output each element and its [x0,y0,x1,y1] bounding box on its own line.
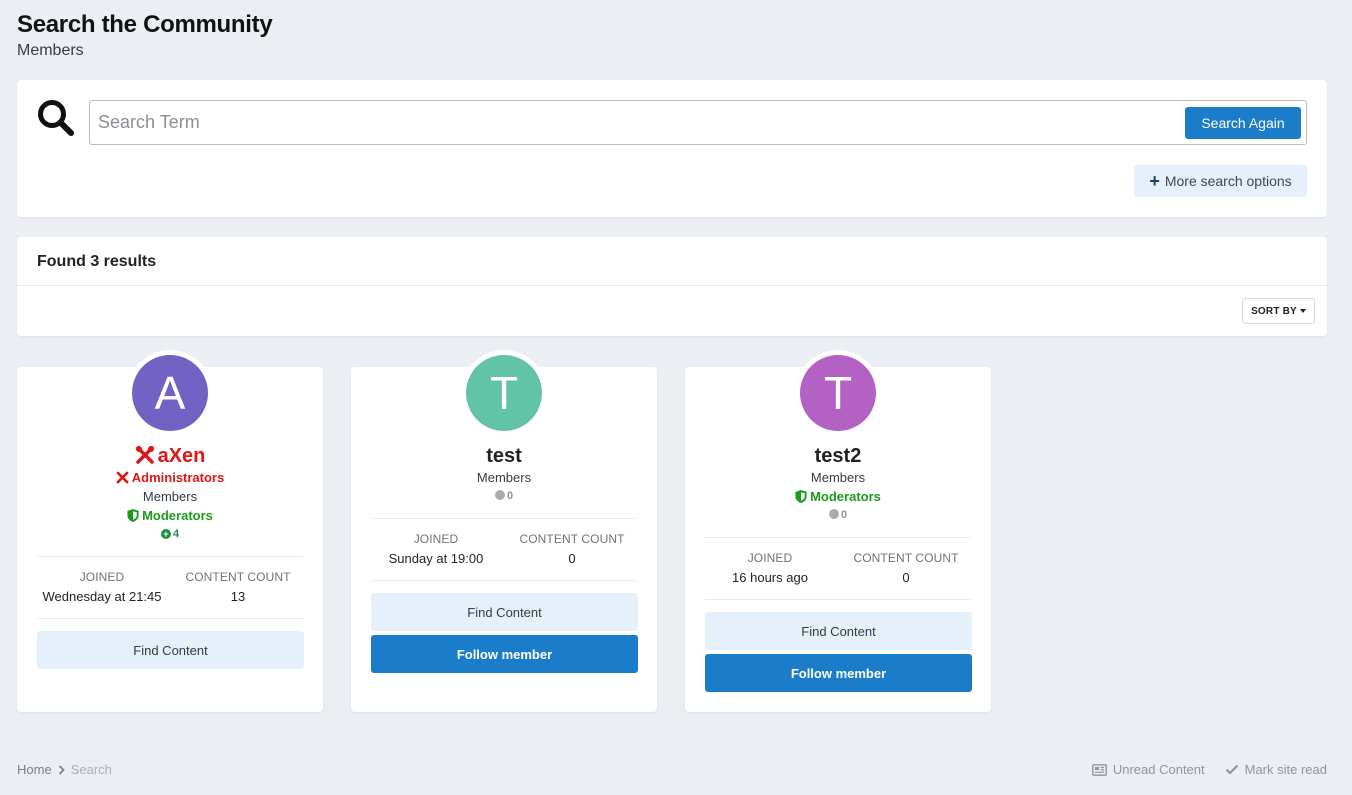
reputation-badge: +4 [17,528,323,540]
member-card-test: T test Members 0 JOINED Sunday at 19:00 … [351,350,657,712]
breadcrumb-home[interactable]: Home [17,762,52,777]
group-members: Members [476,470,532,485]
member-name-link[interactable]: test [351,445,657,468]
avatar-ring: A [127,350,213,436]
content-count-label: CONTENT COUNT [185,570,291,584]
results-count-title: Found 3 results [37,253,157,270]
avatar[interactable]: T [800,355,876,431]
card-divider [37,618,303,619]
page-title: Search the Community [17,11,273,38]
footer-links: Unread Content Mark site read [1091,762,1327,777]
newspaper-icon [1091,763,1107,776]
search-icon [38,100,74,136]
avatar-initial: T [823,367,853,419]
group-members: Members [142,489,198,504]
unread-content-label: Unread Content [1112,762,1205,777]
breadcrumb-current: Search [70,762,112,777]
card-divider [705,599,971,600]
joined-stat: JOINED Sunday at 19:00 [366,532,506,566]
member-card-axen: A aXen Administrators Members Moderators… [17,350,323,712]
follow-member-button[interactable]: Follow member [705,654,972,692]
member-name: test [486,445,522,467]
wrench-icon [135,446,154,464]
reputation-value: 0 [506,490,514,502]
shield-icon [127,509,139,522]
reputation-plus-icon: + [160,529,171,539]
content-count-label: CONTENT COUNT [519,532,625,546]
card-divider [371,580,637,581]
unread-content-link[interactable]: Unread Content [1091,762,1205,777]
member-name-link[interactable]: test2 [685,445,991,468]
group-label: Administrators [131,470,225,485]
group-label: Moderators [142,508,213,523]
avatar-initial: T [489,367,519,419]
avatar[interactable]: T [466,355,542,431]
reputation-value: 4 [172,528,180,540]
search-field: Search Again [89,100,1307,145]
plus-icon: + [1149,171,1160,191]
find-content-button[interactable]: Find Content [705,612,972,650]
search-panel: Search Again + More search options [17,80,1327,217]
joined-stat: JOINED Wednesday at 21:45 [32,570,172,604]
group-members: Members [810,470,866,485]
chevron-right-icon [58,764,65,775]
member-name: aXen [157,445,206,467]
group-moderators: Moderators [17,508,323,523]
mark-site-read-link[interactable]: Mark site read [1225,762,1327,777]
joined-value: Sunday at 19:00 [388,551,484,566]
card-divider [371,518,637,519]
results-divider [17,285,1327,286]
joined-label: JOINED [413,532,459,546]
avatar-ring: T [795,350,881,436]
avatar[interactable]: A [132,355,208,431]
follow-member-button[interactable]: Follow member [371,635,638,673]
reputation-neutral-icon [494,490,505,500]
avatar-ring: T [461,350,547,436]
search-again-button[interactable]: Search Again [1185,107,1301,139]
page-subtitle: Members [17,42,84,59]
avatar-initial: A [154,367,186,419]
content-count-value: 13 [230,589,246,604]
group-label: Moderators [810,489,881,504]
content-count-stat: CONTENT COUNT 13 [168,570,308,604]
find-content-button[interactable]: Find Content [37,631,304,669]
find-content-button[interactable]: Find Content [371,593,638,631]
checkmark-icon [1225,764,1238,775]
sort-by-button[interactable]: SORT BY [1242,298,1315,324]
content-count-value: 0 [902,570,910,585]
wrench-icon [116,471,129,484]
member-card-test2: T test2 Members Moderators 0 JOINED 16 h… [685,350,991,712]
content-count-label: CONTENT COUNT [853,551,959,565]
reputation-badge: 0 [351,490,657,502]
reputation-badge: 0 [685,509,991,521]
joined-label: JOINED [747,551,793,565]
shield-icon [795,490,807,503]
content-count-stat: CONTENT COUNT 0 [836,551,976,585]
group-moderators: Moderators [685,489,991,504]
caret-down-icon [1299,309,1306,313]
breadcrumb: Home Search [17,762,112,777]
results-panel: Found 3 results SORT BY [17,237,1327,336]
content-count-value: 0 [568,551,576,566]
content-count-stat: CONTENT COUNT 0 [502,532,642,566]
sort-by-label: SORT BY [1251,305,1297,317]
joined-value: 16 hours ago [732,570,808,585]
more-search-options-label: More search options [1164,173,1292,189]
joined-label: JOINED [79,570,125,584]
group-administrators: Administrators [17,470,323,485]
search-input[interactable] [90,101,1170,144]
reputation-neutral-icon [828,509,839,519]
reputation-value: 0 [840,509,848,521]
card-divider [37,556,303,557]
joined-value: Wednesday at 21:45 [42,589,162,604]
member-name-link[interactable]: aXen [17,445,323,468]
card-divider [705,537,971,538]
mark-site-read-label: Mark site read [1244,762,1327,777]
member-name: test2 [814,445,862,467]
joined-stat: JOINED 16 hours ago [700,551,840,585]
more-search-options-button[interactable]: + More search options [1134,165,1307,197]
